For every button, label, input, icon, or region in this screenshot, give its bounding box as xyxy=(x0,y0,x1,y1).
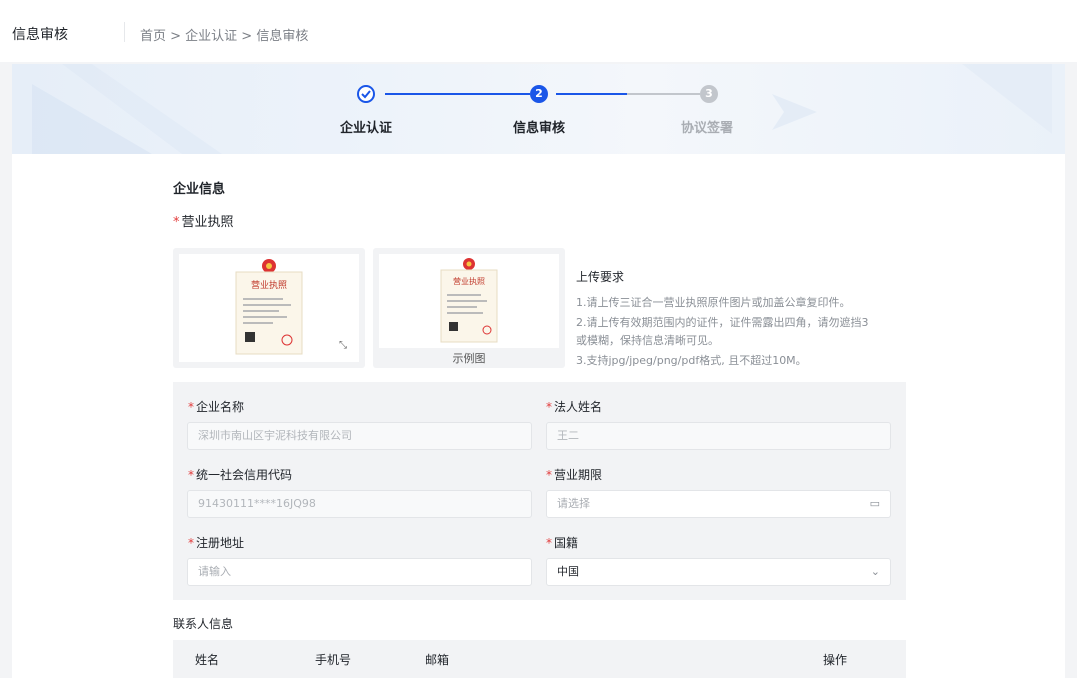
address-input[interactable]: 请输入 xyxy=(187,558,532,586)
license-image-frame: 营业执照 xyxy=(179,254,359,362)
header-divider xyxy=(124,22,125,42)
step-3-number: 3 xyxy=(700,85,718,103)
company-section-title: 企业信息 xyxy=(173,182,226,197)
step-3-label: 协议签署 xyxy=(681,121,734,136)
nationality-value: 中国 xyxy=(557,565,579,578)
credit-code-label: * 统一社会信用代码 xyxy=(188,468,293,482)
sample-image: 营业执照 xyxy=(440,258,498,343)
banner-decoration-icon xyxy=(32,64,1052,154)
steps-banner: 企业认证 2 信息审核 3 协议签署 xyxy=(12,64,1065,154)
business-term-placeholder: 请选择 xyxy=(557,497,590,510)
chevron-down-icon: ⌄ xyxy=(870,565,880,578)
page-title: 信息审核 xyxy=(12,27,68,43)
step-line-2-3-pending xyxy=(627,93,700,95)
top-bar: 信息审核 首页 > 企业认证 > 信息审核 xyxy=(0,0,1077,62)
legal-person-label: * 法人姓名 xyxy=(546,400,603,414)
step-2-number: 2 xyxy=(530,85,548,103)
column-action: 操作 xyxy=(823,653,848,667)
business-term-label: * 营业期限 xyxy=(546,468,603,482)
step-2-label: 信息审核 xyxy=(513,121,566,136)
license-label-text: 营业执照 xyxy=(181,215,234,230)
upload-requirement-line-2: 2.请上传有效期范围内的证件，证件需露出四角，请勿遮挡3 xyxy=(576,316,869,329)
license-caption: 营业执照 xyxy=(251,279,287,291)
step-line-1-2 xyxy=(385,93,530,95)
required-mark: * xyxy=(173,215,180,230)
column-name: 姓名 xyxy=(195,653,220,667)
contacts-table-header: 姓名 手机号 邮箱 操作 xyxy=(173,640,906,678)
sample-image-frame: 营业执照 xyxy=(379,254,559,348)
company-form-panel: * 企业名称 深圳市南山区宇泥科技有限公司 * 法人姓名 王二 * 统一社会信用代码 … xyxy=(173,382,906,600)
upload-requirements-title: 上传要求 xyxy=(576,270,625,284)
step-1-label: 企业认证 xyxy=(340,121,393,136)
upload-requirement-line-4: 3.支持jpg/jpeg/png/pdf格式, 且不超过10M。 xyxy=(576,354,807,367)
nationality-select[interactable]: 中国 ⌄ xyxy=(546,558,891,586)
license-label: * 营业执照 xyxy=(173,211,234,230)
license-image: 营业执照 xyxy=(235,259,303,355)
step-line-2-3-active xyxy=(556,93,627,95)
license-upload[interactable]: 营业执照 ⤡ xyxy=(173,248,365,368)
company-name-input[interactable]: 深圳市南山区宇泥科技有限公司 xyxy=(187,422,532,450)
address-label: * 注册地址 xyxy=(188,536,245,550)
breadcrumb: 首页 > 企业认证 > 信息审核 xyxy=(140,29,309,44)
step-1-check-icon xyxy=(357,85,375,103)
sample-license: 营业执照 示例图 xyxy=(373,248,565,368)
sample-license-caption: 营业执照 xyxy=(453,276,485,286)
contacts-section-title: 联系人信息 xyxy=(173,617,234,631)
column-phone: 手机号 xyxy=(315,653,352,667)
legal-person-input[interactable]: 王二 xyxy=(546,422,891,450)
sample-caption: 示例图 xyxy=(452,352,486,365)
column-email: 邮箱 xyxy=(425,653,450,667)
calendar-icon: ▭ xyxy=(869,497,880,510)
company-name-label: * 企业名称 xyxy=(188,400,245,414)
business-term-picker[interactable]: 请选择 ▭ xyxy=(546,490,891,518)
expand-icon[interactable]: ⤡ xyxy=(339,340,347,351)
nationality-label: * 国籍 xyxy=(546,536,579,550)
credit-code-input[interactable]: 91430111****16JQ98 xyxy=(187,490,532,518)
upload-requirement-line-3: 或模糊，保持信息清晰可见。 xyxy=(576,334,719,347)
upload-requirement-line-1: 1.请上传三证合一营业执照原件图片或加盖公章复印件。 xyxy=(576,296,851,309)
